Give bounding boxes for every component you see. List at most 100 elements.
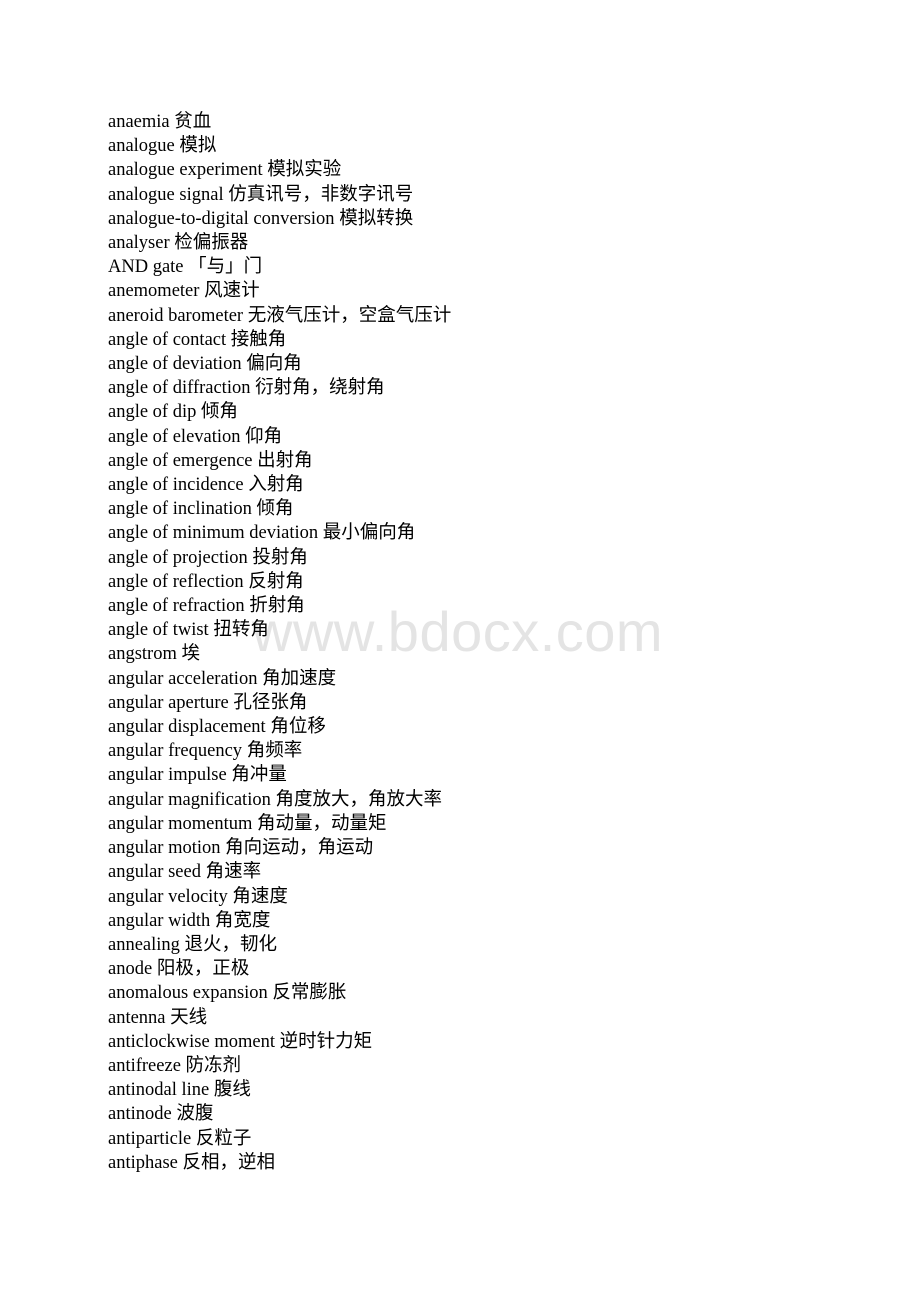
glossary-term: antenna bbox=[108, 1007, 166, 1028]
glossary-term: anticlockwise moment bbox=[108, 1031, 275, 1052]
glossary-gloss: 仿真讯号，非数字讯号 bbox=[228, 184, 414, 205]
glossary-term: angular frequency bbox=[108, 741, 243, 762]
glossary-gloss: 模拟 bbox=[179, 136, 217, 157]
glossary-entry: angular seed 角速率 bbox=[108, 860, 868, 884]
glossary-entry: analogue-to-digital conversion 模拟转换 bbox=[108, 207, 868, 231]
glossary-gloss: 角位移 bbox=[270, 717, 326, 738]
glossary-entry: angle of inclination 倾角 bbox=[108, 497, 868, 521]
glossary-gloss: 模拟转换 bbox=[339, 208, 414, 229]
glossary-gloss: 防冻剂 bbox=[185, 1055, 242, 1076]
glossary-gloss: 反粒子 bbox=[195, 1128, 252, 1149]
glossary-term: antinodal line bbox=[108, 1080, 210, 1101]
glossary-gloss: 角速度 bbox=[232, 886, 288, 907]
glossary-term: analogue experiment bbox=[108, 160, 263, 181]
glossary-entry: angle of contact 接触角 bbox=[108, 328, 868, 352]
glossary-term: angle of refraction bbox=[108, 596, 245, 617]
glossary-entry: angle of twist 扭转角 bbox=[108, 618, 868, 642]
glossary-entry: anomalous expansion 反常膨胀 bbox=[108, 981, 868, 1005]
glossary-gloss: 衍射角，绕射角 bbox=[255, 378, 385, 399]
glossary-gloss: 入射角 bbox=[248, 475, 304, 496]
glossary-gloss: 反常膨胀 bbox=[272, 983, 347, 1004]
glossary-gloss: 角向运动，角运动 bbox=[225, 838, 374, 859]
glossary-term: angle of minimum deviation bbox=[108, 523, 319, 544]
glossary-term: analogue bbox=[108, 136, 175, 157]
glossary-entry: antiparticle 反粒子 bbox=[108, 1127, 868, 1151]
glossary-gloss: 阳极，正极 bbox=[156, 959, 250, 980]
glossary-entry: antifreeze 防冻剂 bbox=[108, 1054, 868, 1078]
glossary-gloss: 角加速度 bbox=[262, 668, 337, 689]
glossary-gloss: 倾角 bbox=[256, 499, 294, 520]
glossary-term: anode bbox=[108, 959, 153, 980]
glossary-entry: AND gate 「与」门 bbox=[108, 255, 868, 279]
glossary-entry: antenna 天线 bbox=[108, 1006, 868, 1030]
glossary-gloss: 天线 bbox=[170, 1007, 208, 1028]
glossary-term: angle of elevation bbox=[108, 426, 241, 447]
glossary-term: annealing bbox=[108, 934, 180, 955]
glossary-term: angle of diffraction bbox=[108, 378, 251, 399]
glossary-term: angular seed bbox=[108, 862, 201, 883]
glossary-entry: angular frequency 角频率 bbox=[108, 739, 868, 763]
glossary-term: AND gate bbox=[108, 257, 184, 278]
glossary-term: aneroid barometer bbox=[108, 305, 244, 326]
glossary-gloss: 出射角 bbox=[257, 450, 313, 471]
glossary-entry: angular momentum 角动量，动量矩 bbox=[108, 812, 868, 836]
glossary-gloss: 埃 bbox=[181, 644, 200, 665]
glossary-term: antiparticle bbox=[108, 1128, 192, 1149]
glossary-entry: angular magnification 角度放大，角放大率 bbox=[108, 788, 868, 812]
glossary-gloss: 反射角 bbox=[248, 571, 304, 592]
glossary-term: angular impulse bbox=[108, 765, 227, 786]
glossary-entry: angle of dip 倾角 bbox=[108, 400, 868, 424]
glossary-entry: angle of deviation 偏向角 bbox=[108, 352, 868, 376]
glossary-term: angular width bbox=[108, 910, 211, 931]
glossary-gloss: 折射角 bbox=[249, 596, 305, 617]
glossary-term: analogue signal bbox=[108, 184, 224, 205]
glossary-term: angular velocity bbox=[108, 886, 228, 907]
glossary-gloss: 模拟实验 bbox=[267, 160, 342, 181]
glossary-entry: angular impulse 角冲量 bbox=[108, 763, 868, 787]
glossary-entry: analogue experiment 模拟实验 bbox=[108, 158, 868, 182]
glossary-entry: anaemia 贫血 bbox=[108, 110, 868, 134]
glossary-entry: angle of elevation 仰角 bbox=[108, 425, 868, 449]
glossary-gloss: 无液气压计，空盒气压计 bbox=[247, 305, 452, 326]
glossary-term: angular acceleration bbox=[108, 668, 258, 689]
glossary-term: antinode bbox=[108, 1104, 172, 1125]
glossary-gloss: 倾角 bbox=[201, 402, 239, 423]
glossary-gloss: 接触角 bbox=[230, 329, 287, 350]
glossary-entry: angle of incidence 入射角 bbox=[108, 473, 868, 497]
glossary-gloss: 偏向角 bbox=[246, 354, 302, 375]
glossary-gloss: 波腹 bbox=[176, 1104, 214, 1125]
glossary-term: angular motion bbox=[108, 838, 221, 859]
glossary-gloss: 腹线 bbox=[213, 1080, 251, 1101]
glossary-gloss: 「与」门 bbox=[188, 257, 263, 278]
glossary-term: antifreeze bbox=[108, 1055, 181, 1076]
glossary-gloss: 贫血 bbox=[174, 112, 212, 132]
glossary-gloss: 孔径张角 bbox=[233, 692, 308, 713]
glossary-term: angle of inclination bbox=[108, 499, 252, 520]
glossary-term: angle of emergence bbox=[108, 450, 253, 471]
glossary-entry: angular acceleration 角加速度 bbox=[108, 667, 868, 691]
glossary-term: anaemia bbox=[108, 112, 170, 132]
glossary-term: angstrom bbox=[108, 644, 177, 665]
glossary-term: angular aperture bbox=[108, 692, 229, 713]
glossary-entry: angular displacement 角位移 bbox=[108, 715, 868, 739]
glossary-entry: angular motion 角向运动，角运动 bbox=[108, 836, 868, 860]
glossary-entry: angle of minimum deviation 最小偏向角 bbox=[108, 521, 868, 545]
glossary-term: angle of reflection bbox=[108, 571, 244, 592]
glossary-term: angle of deviation bbox=[108, 354, 242, 375]
glossary-entry: angstrom 埃 bbox=[108, 642, 868, 666]
glossary-entry: anemometer 风速计 bbox=[108, 279, 868, 303]
glossary-term: angle of contact bbox=[108, 329, 227, 350]
glossary-entry: analyser 检偏振器 bbox=[108, 231, 868, 255]
glossary-entry: angular width 角宽度 bbox=[108, 909, 868, 933]
glossary-gloss: 投射角 bbox=[252, 547, 308, 568]
glossary-term: angular momentum bbox=[108, 813, 253, 834]
glossary-entry: angle of reflection 反射角 bbox=[108, 570, 868, 594]
glossary-entry: antinode 波腹 bbox=[108, 1102, 868, 1126]
glossary-term: anomalous expansion bbox=[108, 983, 268, 1004]
glossary-gloss: 角动量，动量矩 bbox=[257, 813, 387, 834]
glossary-entry: angular velocity 角速度 bbox=[108, 885, 868, 909]
glossary-gloss: 反相，逆相 bbox=[182, 1152, 276, 1173]
glossary-gloss: 最小偏向角 bbox=[322, 523, 416, 544]
glossary-term: angle of projection bbox=[108, 547, 248, 568]
glossary-entry: anticlockwise moment 逆时针力矩 bbox=[108, 1030, 868, 1054]
